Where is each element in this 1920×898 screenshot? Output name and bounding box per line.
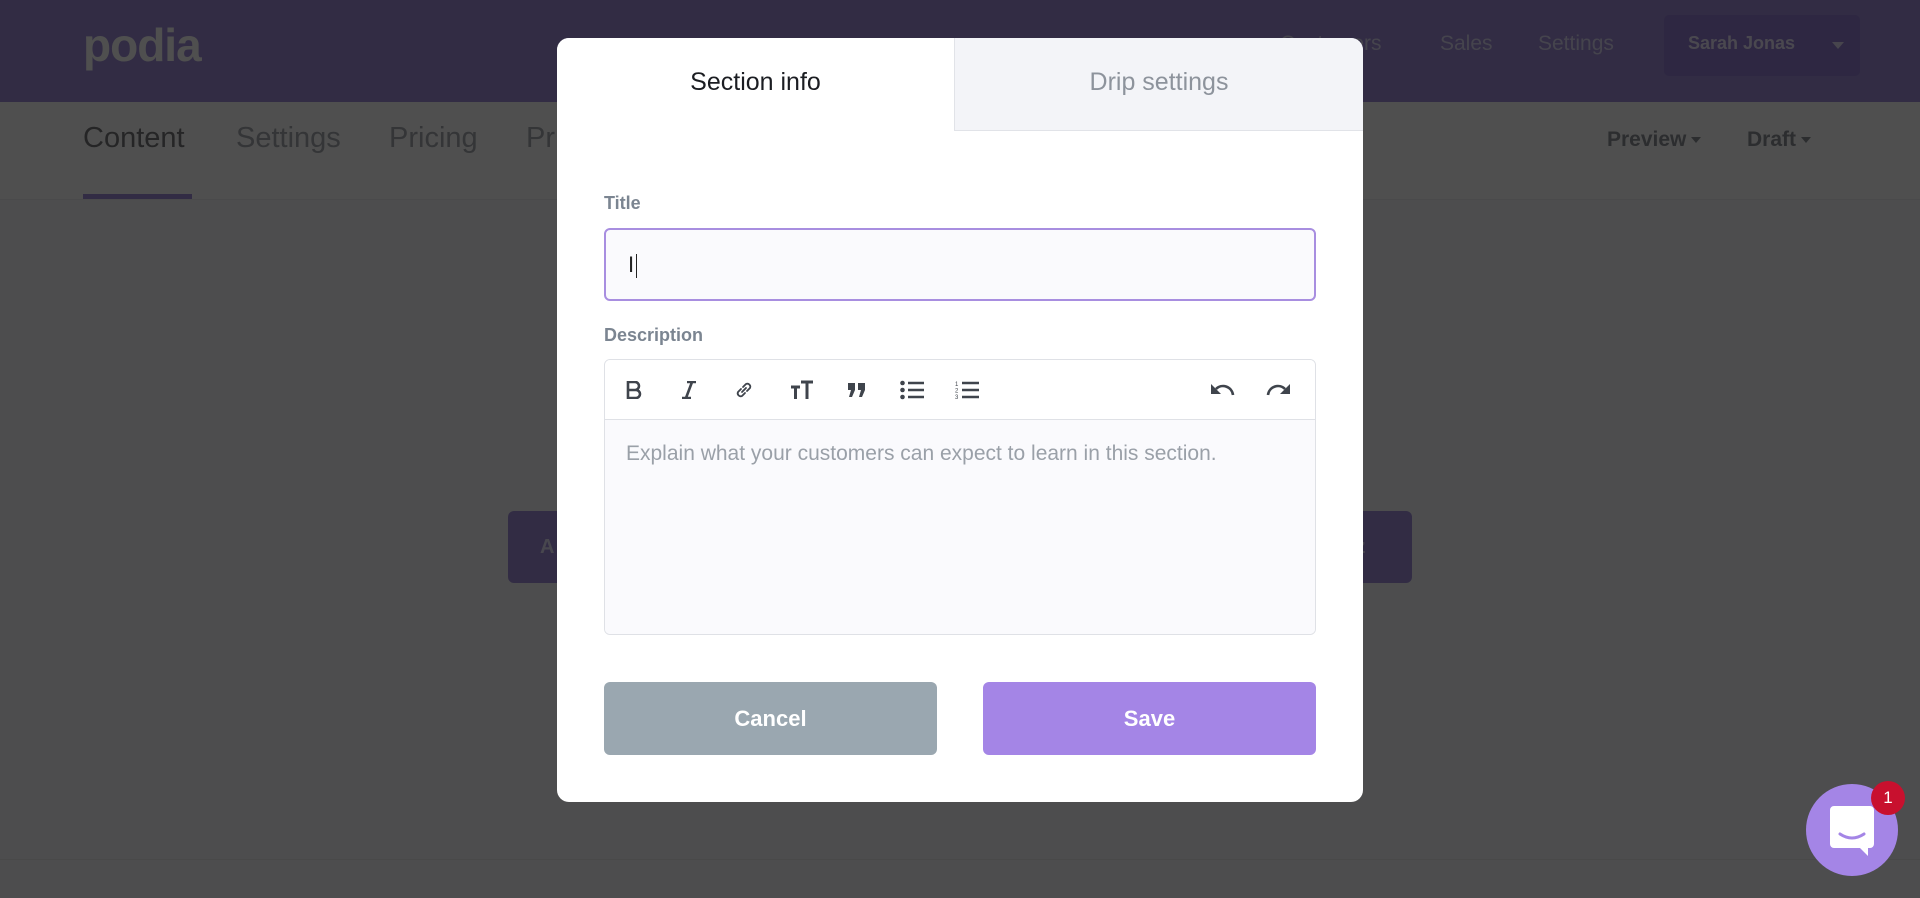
title-label: Title — [604, 193, 641, 213]
quote-button[interactable] — [842, 375, 872, 405]
tab-drip-settings[interactable]: Drip settings — [954, 38, 1363, 131]
editor-toolbar: 123 — [605, 360, 1315, 420]
save-button[interactable]: Save — [983, 682, 1316, 755]
italic-icon — [682, 381, 696, 399]
numbered-list-icon: 123 — [955, 381, 979, 400]
tab-section-info[interactable]: Section info — [557, 38, 954, 131]
quote-icon — [848, 383, 865, 397]
svg-text:3: 3 — [955, 395, 959, 400]
notification-badge: 1 — [1871, 781, 1905, 815]
bullet-list-button[interactable] — [897, 375, 927, 405]
title-input[interactable]: I — [604, 228, 1316, 301]
description-placeholder: Explain what your customers can expect t… — [626, 442, 1217, 465]
bullet-list-icon — [900, 380, 924, 400]
link-icon — [736, 382, 752, 398]
text-caret — [636, 254, 638, 279]
chat-icon — [1830, 806, 1874, 856]
svg-text:1: 1 — [955, 382, 959, 388]
redo-icon — [1266, 384, 1290, 396]
link-button[interactable] — [729, 375, 759, 405]
title-value: I — [628, 252, 635, 277]
description-input[interactable]: Explain what your customers can expect t… — [605, 420, 1315, 634]
modal-tabs: Section info Drip settings — [557, 38, 1363, 131]
undo-icon — [1211, 384, 1235, 396]
description-editor: 123 Explain what your customers can expe… — [604, 359, 1316, 635]
cancel-button[interactable]: Cancel — [604, 682, 937, 755]
bold-button[interactable] — [619, 375, 649, 405]
svg-text:2: 2 — [955, 389, 959, 395]
undo-button[interactable] — [1208, 375, 1238, 405]
section-modal: Section info Drip settings Title I Descr… — [557, 38, 1363, 802]
text-size-icon — [791, 380, 813, 399]
description-label: Description — [604, 325, 704, 345]
italic-button[interactable] — [674, 375, 704, 405]
redo-button[interactable] — [1263, 375, 1293, 405]
heading-button[interactable] — [787, 375, 817, 405]
bold-icon — [626, 381, 642, 399]
numbered-list-button[interactable]: 123 — [952, 375, 982, 405]
